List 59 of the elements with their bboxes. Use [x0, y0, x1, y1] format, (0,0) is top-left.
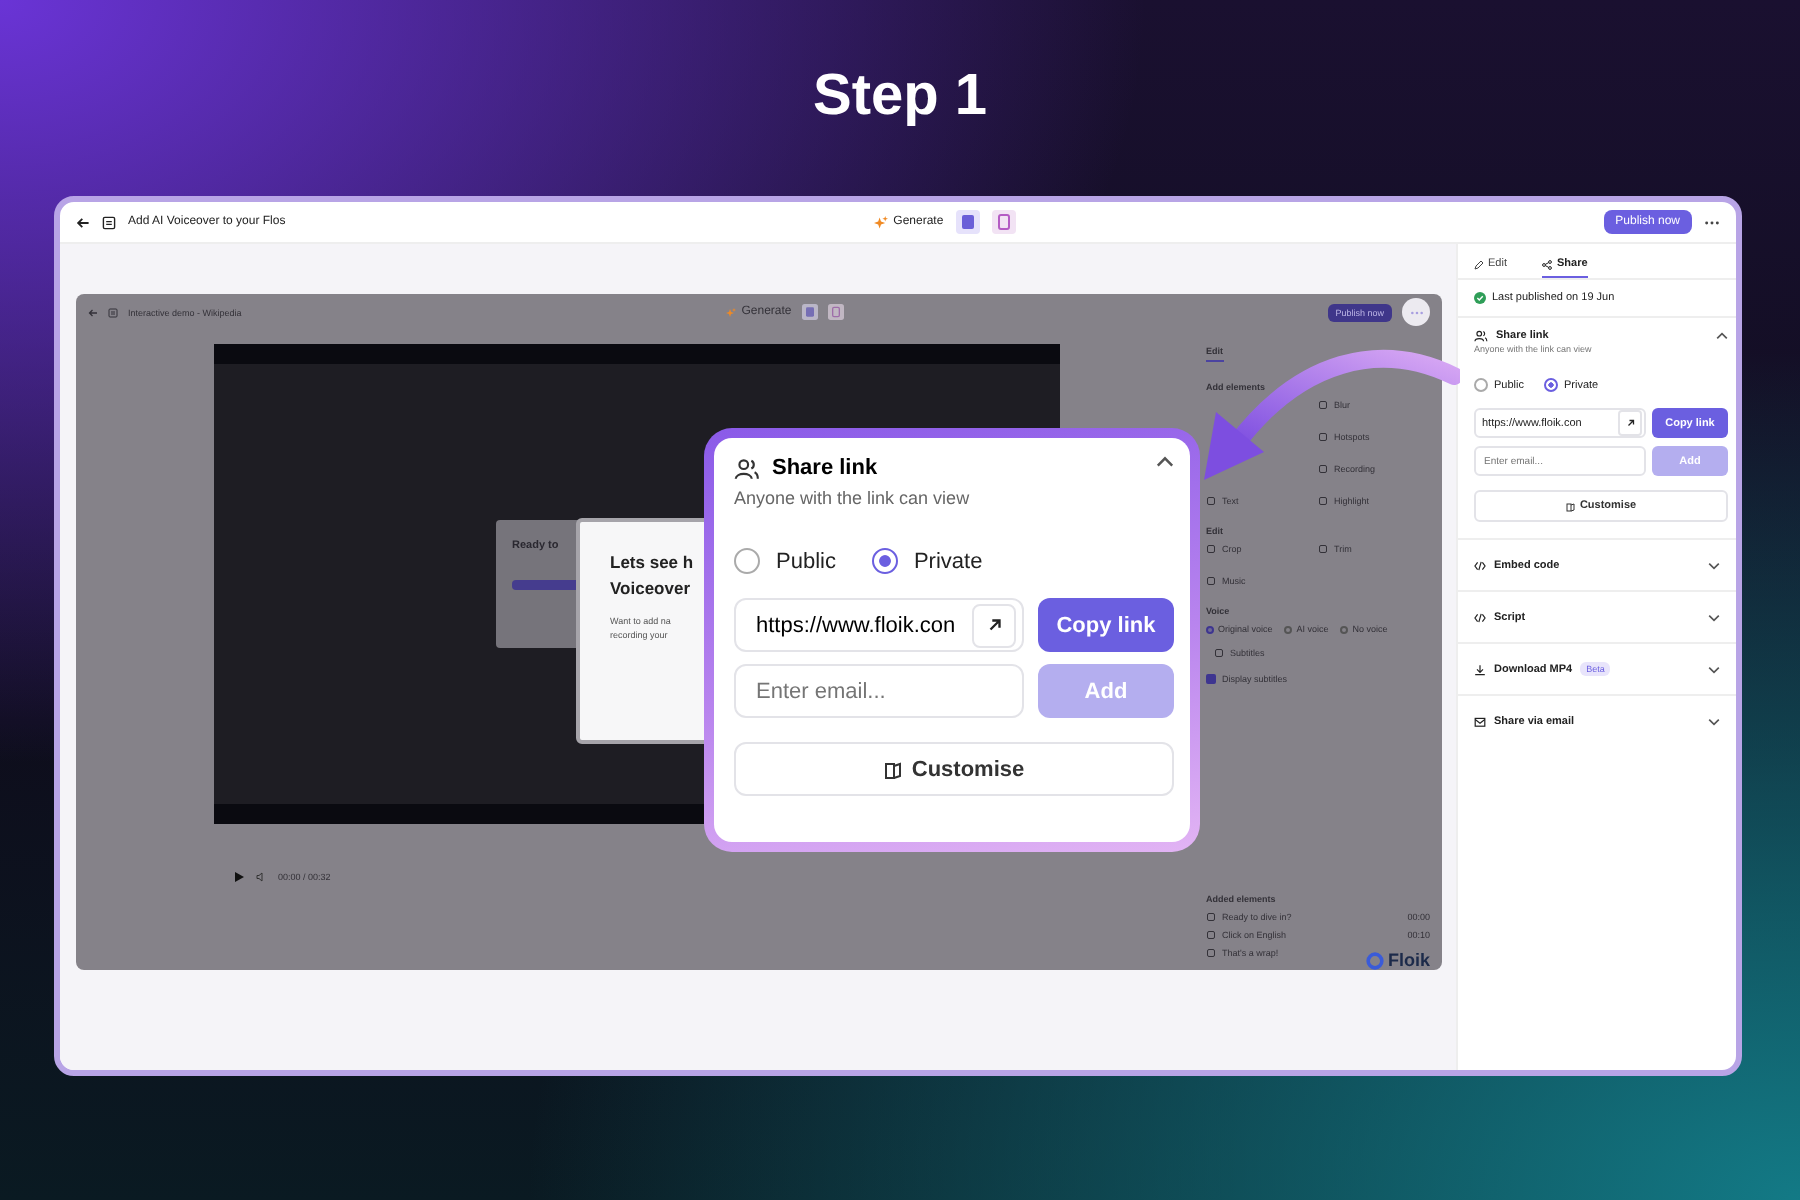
code-icon: [1474, 611, 1486, 623]
share-icon: [1542, 259, 1553, 269]
visibility-radio[interactable]: Public: [734, 548, 836, 574]
external-link-icon[interactable]: [1625, 418, 1635, 428]
tool-icon: [1318, 464, 1328, 474]
check-circle-icon: [1474, 292, 1486, 304]
step-heading: Step 1: [812, 63, 988, 129]
checkbox-icon[interactable]: [1206, 674, 1216, 684]
tool-icon: [1318, 432, 1328, 442]
customise-button[interactable]: Customise: [734, 742, 1174, 796]
tool-icon: [1206, 496, 1216, 506]
radio-icon[interactable]: [1543, 378, 1558, 392]
chevron-down-icon[interactable]: [1708, 561, 1720, 569]
code-icon: [1474, 559, 1486, 571]
chevron-down-icon[interactable]: [1708, 717, 1720, 725]
download-icon: [1474, 663, 1486, 675]
radio-icon[interactable]: [1206, 625, 1214, 633]
more-button[interactable]: [1402, 298, 1431, 326]
pencil-icon: [1474, 259, 1484, 269]
radio-icon[interactable]: [1474, 378, 1488, 392]
more-icon[interactable]: [1704, 219, 1721, 225]
tool-icon: [1206, 544, 1216, 554]
document-icon: [108, 307, 118, 317]
radio-icon[interactable]: [871, 548, 898, 574]
popup-title: Lets see h Voiceover: [610, 550, 696, 602]
page-icon[interactable]: [991, 210, 1016, 234]
volume-icon[interactable]: [256, 872, 266, 882]
chevron-up-icon[interactable]: [1716, 332, 1728, 340]
film-icon[interactable]: [955, 210, 980, 234]
link-field[interactable]: https://www.floik.con: [734, 598, 1024, 652]
radio-icon[interactable]: [1284, 625, 1293, 633]
radio-icon[interactable]: [734, 548, 760, 574]
tool-icon: [1318, 496, 1328, 506]
tool-icon: [1318, 400, 1328, 410]
radio-icon[interactable]: [1340, 625, 1349, 633]
open-link-button[interactable]: [972, 603, 1016, 647]
sparkle-icon: [725, 307, 736, 317]
document-icon: [102, 215, 116, 229]
sparkle-icon: [873, 215, 888, 229]
tool-icon: [1318, 544, 1328, 554]
people-icon: [734, 457, 760, 479]
back-arrow-icon[interactable]: [76, 215, 90, 229]
people-icon: [1474, 330, 1488, 342]
external-link-icon[interactable]: [985, 616, 1003, 634]
open-link-button[interactable]: [1618, 410, 1642, 436]
visibility-radio[interactable]: Private: [871, 548, 983, 574]
logo-icon: [1365, 951, 1384, 969]
tool-icon: [1206, 576, 1216, 586]
chevron-down-icon[interactable]: [1708, 665, 1720, 673]
share-link-subtitle: Anyone with the link can view: [734, 488, 972, 508]
share-link-heading: Share link: [772, 456, 878, 480]
copy-link-button[interactable]: Copy link: [1038, 598, 1174, 652]
floik-logo: Floik: [1365, 950, 1430, 970]
play-icon[interactable]: [234, 872, 244, 882]
tool-icon: [1214, 648, 1224, 658]
mail-icon: [1474, 715, 1486, 727]
chevron-up-icon[interactable]: [1156, 456, 1174, 468]
email-field[interactable]: Enter email...: [734, 664, 1024, 718]
chevron-down-icon[interactable]: [1708, 613, 1720, 621]
